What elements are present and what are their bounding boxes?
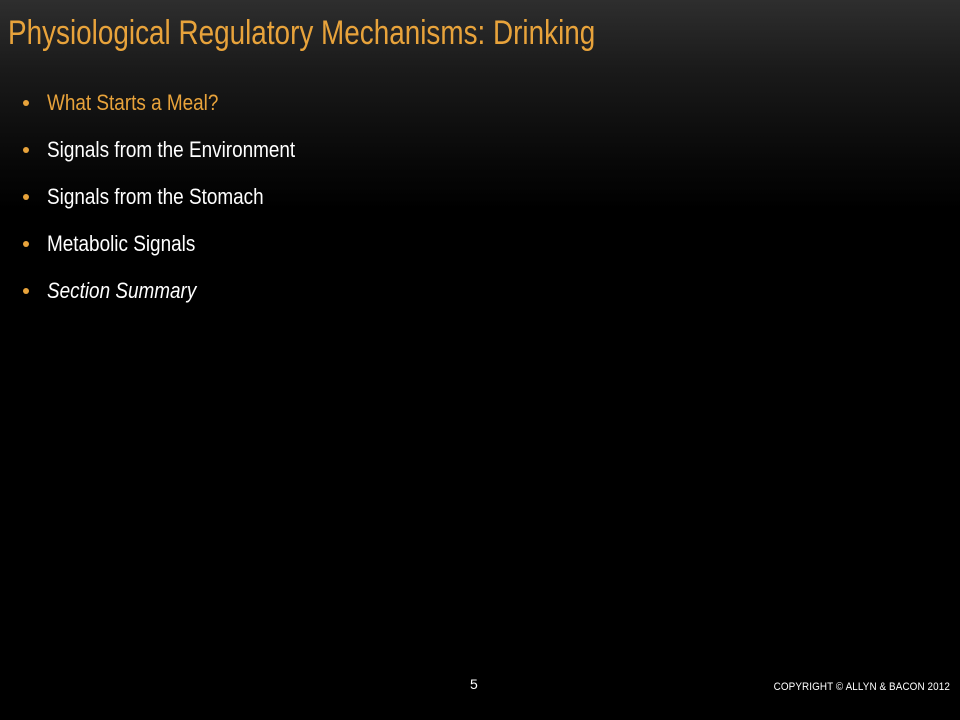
bullet-label[interactable]: What Starts a Meal? <box>47 81 218 125</box>
bullet-item-signals-environment: Signals from the Environment <box>0 128 900 175</box>
bullet-item-signals-stomach: Signals from the Stomach <box>0 175 900 222</box>
slide-title: Physiological Regulatory Mechanisms: Dri… <box>8 14 596 52</box>
bullet-label: Signals from the Stomach <box>47 184 264 209</box>
bullet-label: Signals from the Environment <box>47 137 296 162</box>
bullet-dot-icon <box>23 100 29 106</box>
bullet-item-what-starts-a-meal[interactable]: What Starts a Meal? <box>0 81 900 128</box>
bullet-item-metabolic-signals: Metabolic Signals <box>0 222 900 269</box>
slide: Physiological Regulatory Mechanisms: Dri… <box>0 0 960 720</box>
bullet-list: What Starts a Meal? Signals from the Env… <box>0 81 900 316</box>
bullet-item-section-summary: Section Summary <box>0 269 900 316</box>
bullet-dot-icon <box>23 194 29 200</box>
bullet-dot-icon <box>23 147 29 153</box>
bullet-label: Metabolic Signals <box>47 231 196 256</box>
page-number: 5 <box>470 676 478 692</box>
bullet-dot-icon <box>23 288 29 294</box>
copyright-notice: COPYRIGHT © ALLYN & BACON 2012 <box>773 681 950 693</box>
bullet-dot-icon <box>23 241 29 247</box>
bullet-label: Section Summary <box>47 278 197 303</box>
